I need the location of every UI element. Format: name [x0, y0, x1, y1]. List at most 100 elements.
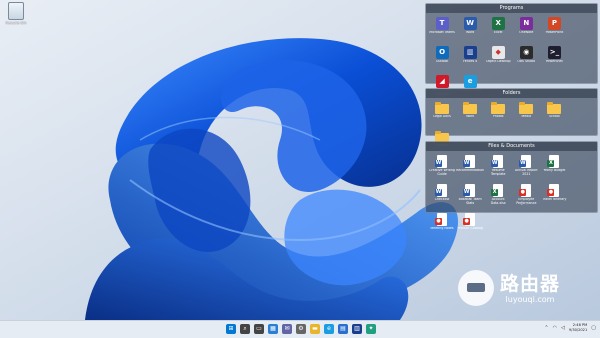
notifications-icon[interactable]: ▢: [591, 325, 596, 331]
volume-icon[interactable]: ◁: [561, 325, 565, 331]
tile-label: Resume Template: [490, 169, 506, 176]
tile-label: Employee Performance Review: [516, 198, 537, 205]
file-shortcut[interactable]: ● Travel Itinerary: [540, 182, 568, 211]
edge-icon: e: [463, 75, 477, 88]
app-icon[interactable]: ✦: [366, 324, 376, 334]
tile-label: Account Data.xlsx: [490, 198, 506, 205]
word-file-icon: W: [463, 184, 476, 197]
start-icon[interactable]: ⊞: [226, 324, 236, 334]
tile-label: Meeting Notes: [430, 227, 454, 230]
folders-fence-title[interactable]: Folders: [426, 89, 597, 98]
recycle-bin-icon: [8, 2, 24, 20]
tile-label: Excel: [494, 31, 503, 34]
word-file-icon: W: [519, 155, 532, 168]
file-shortcut[interactable]: W Resume Template: [484, 153, 512, 182]
chevron-up-icon[interactable]: ⌃: [544, 325, 548, 331]
file-shortcut[interactable]: ● Meeting Notes: [428, 211, 456, 240]
programs-fence[interactable]: Programs T Microsoft Teams W Word X Excel N One…: [425, 3, 598, 95]
outlook-icon: O: [435, 46, 449, 59]
program-shortcut[interactable]: N OneNote: [512, 15, 540, 44]
word-file-icon: W: [491, 155, 504, 168]
tile-label: OneNote: [519, 31, 534, 34]
tile-label: Checklist: [434, 198, 450, 201]
recycle-bin-label: Recycle Bin: [5, 21, 27, 25]
fences-icon[interactable]: ▥: [352, 324, 362, 334]
program-shortcut[interactable]: O Outlook: [428, 44, 456, 73]
file-shortcut[interactable]: X Yearly Budget: [540, 153, 568, 182]
folder-icon: [491, 102, 506, 114]
tile-label: PowerShell: [545, 60, 564, 63]
word-icon: W: [463, 17, 477, 30]
program-shortcut[interactable]: X Excel: [484, 15, 512, 44]
store-icon[interactable]: ▤: [338, 324, 348, 334]
tile-label: Travel Itinerary: [542, 198, 567, 201]
tile-label: Yearly Budget: [543, 169, 566, 172]
program-shortcut[interactable]: >_ PowerShell: [540, 44, 568, 73]
tile-label: Recommendation: [456, 169, 485, 172]
tile-label: Product Catalog: [457, 227, 483, 230]
file-shortcut[interactable]: W Checklist: [428, 182, 456, 211]
file-explorer-icon[interactable]: ▬: [310, 324, 320, 334]
file-shortcut[interactable]: ● Product Catalog: [456, 211, 484, 240]
pdf-file-icon: ●: [519, 184, 532, 197]
pdf-file-icon: ●: [463, 213, 476, 226]
word-file-icon: W: [463, 155, 476, 168]
site-watermark: 路由器 luyouqi.com: [458, 270, 560, 306]
files-fence-title[interactable]: Files & Documents: [426, 142, 597, 151]
folder-icon: [435, 102, 450, 114]
tile-label: Annual Report 2021: [514, 169, 538, 176]
folder-shortcut[interactable]: School: [540, 100, 568, 129]
tile-label: PowerPoint: [545, 31, 564, 34]
excel-icon: X: [491, 17, 505, 30]
tile-label: School: [549, 115, 560, 118]
router-logo-icon: [458, 270, 494, 306]
task-view-icon[interactable]: ▭: [254, 324, 264, 334]
tile-label: Baseball Team Stats: [458, 198, 482, 205]
teams-icon: T: [435, 17, 449, 30]
wifi-icon[interactable]: ◠: [553, 325, 557, 331]
files-fence[interactable]: Files & Documents W Creative Writing Guid…: [425, 141, 598, 230]
tile-label: OBS Studio: [517, 60, 536, 63]
program-shortcut[interactable]: T Microsoft Teams: [428, 15, 456, 44]
program-shortcut[interactable]: ◆ Object Desktop: [484, 44, 512, 73]
obs-icon: ◉: [519, 46, 533, 59]
excel-file-icon: X: [491, 184, 504, 197]
powershell-icon: >_: [547, 46, 561, 59]
watermark-cn: 路由器: [500, 272, 561, 295]
program-shortcut[interactable]: ◉ OBS Studio: [512, 44, 540, 73]
fences-icon: ▥: [463, 46, 477, 59]
file-shortcut[interactable]: ●Employee Performance Review: [512, 182, 540, 211]
clock[interactable]: 2:46 PM 9/30/2021: [569, 323, 587, 333]
folders-fence[interactable]: Folders Legal DocsWorkPhotosMediaSchoolP…: [425, 88, 598, 147]
amd-icon: ◢: [435, 75, 449, 88]
tile-label: Photos: [492, 115, 504, 118]
folder-shortcut[interactable]: Media: [512, 100, 540, 129]
tile-label: Work: [466, 115, 475, 118]
widgets-icon[interactable]: ▦: [268, 324, 278, 334]
object-desktop-icon: ◆: [491, 46, 505, 59]
file-shortcut[interactable]: W Annual Report 2021: [512, 153, 540, 182]
powerpoint-icon: P: [547, 17, 561, 30]
search-icon[interactable]: ⌕: [240, 324, 250, 334]
files-grid: W Creative Writing Guide W Recommendation W R…: [426, 151, 597, 240]
program-shortcut[interactable]: ▥ Fences 4: [456, 44, 484, 73]
folder-shortcut[interactable]: Work: [456, 100, 484, 129]
folder-shortcut[interactable]: Photos: [484, 100, 512, 129]
chat-icon[interactable]: ✉: [282, 324, 292, 334]
file-shortcut[interactable]: X Account Data.xlsx: [484, 182, 512, 211]
edge-icon[interactable]: e: [324, 324, 334, 334]
word-file-icon: W: [435, 184, 448, 197]
program-shortcut[interactable]: P PowerPoint: [540, 15, 568, 44]
program-shortcut[interactable]: W Word: [456, 15, 484, 44]
excel-file-icon: X: [547, 155, 560, 168]
tile-label: Media: [521, 115, 532, 118]
programs-fence-title[interactable]: Programs: [426, 4, 597, 13]
file-shortcut[interactable]: W Baseball Team Stats: [456, 182, 484, 211]
file-shortcut[interactable]: W Recommendation: [456, 153, 484, 182]
file-shortcut[interactable]: W Creative Writing Guide: [428, 153, 456, 182]
tile-label: Fences 4: [463, 60, 478, 63]
folder-icon: [547, 102, 562, 114]
settings-icon[interactable]: ⚙: [296, 324, 306, 334]
folder-shortcut[interactable]: Legal Docs: [428, 100, 456, 129]
recycle-bin[interactable]: Recycle Bin: [3, 2, 29, 25]
